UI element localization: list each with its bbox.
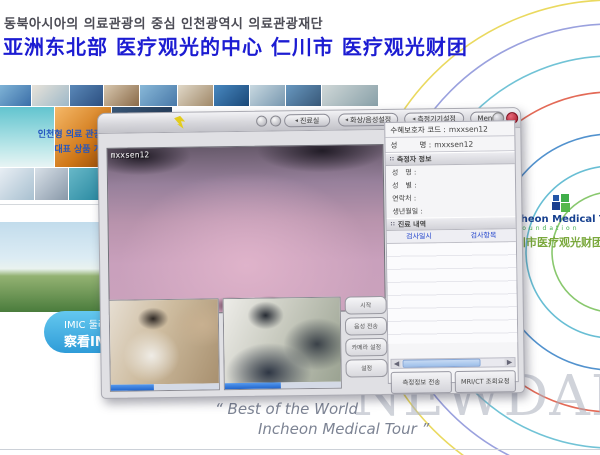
section-icon: ∷ <box>390 156 394 163</box>
telemedicine-window: ◂ 진료실 ◂ 화상/음성설정 ◂ 측정기기설정 Menu mxxsen12 <box>97 107 525 399</box>
send-measurement-button[interactable]: 측정정보 전송 <box>391 371 452 394</box>
beneficiary-code-value: mxxsen12 <box>449 124 488 134</box>
mri-ct-request-button[interactable]: MRI/CT 조회요청 <box>455 370 516 393</box>
settings-button[interactable]: 설정 <box>345 359 387 378</box>
horizontal-scrollbar[interactable]: ◀ ▶ <box>390 357 515 369</box>
video-progress-fill <box>111 384 154 391</box>
collage-photo <box>35 168 68 200</box>
scroll-left-icon[interactable]: ◀ <box>392 360 402 368</box>
collage-photo <box>286 85 321 106</box>
camera-settings-button[interactable]: 카메라 설정 <box>345 338 387 357</box>
patient-info-panel: 수혜보호자 코드 : mxxsen12 성 명 : mxxsen12 ∷ 측정자… <box>384 120 519 384</box>
collage-photo <box>250 85 285 106</box>
panel-actions: 측정정보 전송 MRI/CT 조회요청 <box>391 370 516 383</box>
collage-photo <box>32 85 69 106</box>
video-progress-track[interactable] <box>225 382 341 390</box>
page: 동북아시아의 의료관광의 중심 인천광역시 의료관광재단 亚洲东北部 医疗观光的… <box>0 0 600 455</box>
slogan-line2: Incheon Medical Tour ” <box>258 420 429 438</box>
logo-subtitle: Foundation <box>516 225 600 232</box>
bottom-divider <box>0 449 600 450</box>
camera-user-id: mxxsen12 <box>111 150 150 160</box>
patient-video-image <box>224 298 341 384</box>
video-controls: 시작 음성 전송 카메라 설정 설정 <box>345 296 388 381</box>
titlebar-round-button-1[interactable] <box>256 116 267 127</box>
doctor-video-image <box>110 299 219 384</box>
collage-photo <box>322 85 378 106</box>
collage-photo <box>69 168 101 200</box>
collage-photo <box>178 85 213 106</box>
logo-squares-icon <box>552 194 572 212</box>
consult-room-button[interactable]: ◂ 진료실 <box>284 114 330 128</box>
patient-video-feed <box>223 297 342 391</box>
slogan-line1: “ Best of the World <box>215 400 358 418</box>
section-icon: ∷ <box>391 221 395 228</box>
collage-photo <box>104 85 139 106</box>
header-korean: 동북아시아의 의료관광의 중심 인천광역시 의료관광재단 <box>4 13 323 32</box>
header-chinese: 亚洲东北部 医疗观光的中心 仁川市 医疗观光财团 <box>3 31 468 60</box>
pill-icon: ◂ <box>345 116 348 123</box>
collage-photo <box>214 85 249 106</box>
history-table-body <box>387 242 517 344</box>
video-progress-track[interactable] <box>111 383 219 391</box>
name-label-b: 명 : <box>419 139 431 150</box>
titlebar-round-button-2[interactable] <box>270 115 281 126</box>
main-camera-feed: mxxsen12 <box>107 144 386 315</box>
mascot-icon <box>174 116 185 129</box>
collage-photo <box>140 85 177 106</box>
audio-send-button[interactable]: 음성 전송 <box>345 317 387 336</box>
scroll-right-icon[interactable]: ▶ <box>504 358 514 366</box>
collage-photo <box>0 85 31 106</box>
start-button[interactable]: 시작 <box>345 296 387 315</box>
column-exam-item: 검사항목 <box>451 229 516 242</box>
name-label-a: 성 <box>390 139 397 150</box>
collage-photo <box>0 168 34 200</box>
scrollbar-thumb[interactable] <box>402 359 480 368</box>
collage-caption: 인천형 의료 관광 대표 상품 개 <box>20 128 102 158</box>
collage-photo <box>70 85 103 106</box>
name-value: mxxsen12 <box>434 139 473 149</box>
pill-icon: ◂ <box>295 117 298 124</box>
video-progress-fill <box>225 382 281 389</box>
beneficiary-code-label: 수혜보호자 코드 : <box>390 124 446 136</box>
doctor-video-feed <box>109 298 220 392</box>
column-exam-date: 검사일시 <box>387 230 452 243</box>
